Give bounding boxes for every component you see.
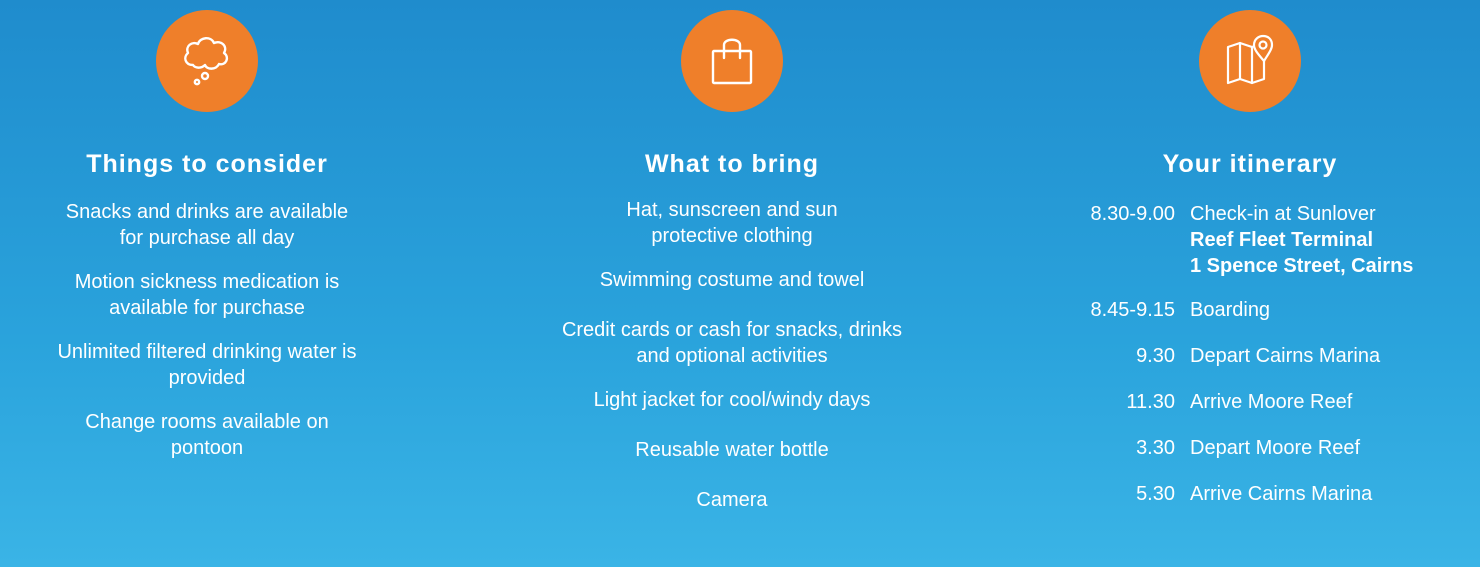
itinerary-desc: Depart Moore Reef [1190, 437, 1361, 459]
list-item: Reusable water bottle [635, 439, 829, 461]
section-title: What to bring [644, 150, 820, 178]
list-item: Unlimited filtered drinking water is pro… [57, 341, 357, 389]
bring-list: Hat, sunscreen and sun protective clothi… [532, 197, 932, 513]
list-item: Hat, sunscreen and sun protective clothi… [626, 199, 838, 247]
itinerary-time: 3.30 [1136, 437, 1175, 459]
section-title: Things to consider [86, 150, 328, 178]
itinerary-row: 9.30 Depart Cairns Marina [1030, 343, 1470, 369]
itinerary-time: 8.30-9.00 [1090, 203, 1175, 225]
map-pin-icon [1226, 34, 1274, 85]
what-to-bring-section: What to bring Hat, sunscreen and sun pro… [532, 0, 932, 537]
itinerary-row: 8.30-9.00 Check-in at Sunlover Reef Flee… [1030, 201, 1470, 279]
itinerary-time: 5.30 [1136, 483, 1175, 505]
itinerary-list: 8.30-9.00 Check-in at Sunlover Reef Flee… [1030, 201, 1470, 507]
list-item: Snacks and drinks are available for purc… [65, 201, 349, 249]
itinerary-location-name: Reef Fleet Terminal [1190, 229, 1374, 251]
itinerary-desc: Arrive Moore Reef [1190, 391, 1353, 413]
list-item: Motion sickness medication is available … [74, 271, 340, 319]
itinerary-desc: Boarding [1190, 299, 1271, 321]
thought-bubble-icon [184, 37, 229, 86]
shopping-bag-icon [711, 38, 753, 85]
map-badge [1199, 10, 1301, 112]
itinerary-time: 11.30 [1126, 391, 1175, 413]
itinerary-row: 5.30 Arrive Cairns Marina [1030, 481, 1470, 507]
itinerary-time: 9.30 [1136, 345, 1175, 367]
itinerary-desc: Depart Cairns Marina [1190, 345, 1381, 367]
itinerary-desc: Check-in at Sunlover Reef Fleet Terminal… [1190, 201, 1470, 279]
itinerary-section: Your itinerary 8.30-9.00 Check-in at Sun… [1030, 0, 1470, 527]
section-title: Your itinerary [1162, 150, 1338, 178]
itinerary-row: 3.30 Depart Moore Reef [1030, 435, 1470, 461]
itinerary-row: 11.30 Arrive Moore Reef [1030, 389, 1470, 415]
list-item: Camera [696, 489, 768, 511]
consider-list: Snacks and drinks are available for purc… [57, 199, 357, 461]
shopping-bag-badge [681, 10, 783, 112]
itinerary-desc-text: Check-in at Sunlover [1190, 203, 1376, 225]
thought-bubble-badge [156, 10, 258, 112]
list-item: Swimming costume and towel [599, 269, 865, 291]
itinerary-time: 8.45-9.15 [1090, 299, 1175, 321]
list-item: Change rooms available on pontoon [85, 411, 329, 459]
itinerary-desc: Arrive Cairns Marina [1190, 483, 1373, 505]
things-to-consider-section: Things to consider Snacks and drinks are… [57, 0, 357, 479]
list-item: Light jacket for cool/windy days [593, 389, 871, 411]
itinerary-row: 8.45-9.15 Boarding [1030, 297, 1470, 323]
itinerary-location-address: 1 Spence Street, Cairns [1190, 255, 1414, 277]
list-item: Credit cards or cash for snacks, drinks … [561, 319, 903, 367]
